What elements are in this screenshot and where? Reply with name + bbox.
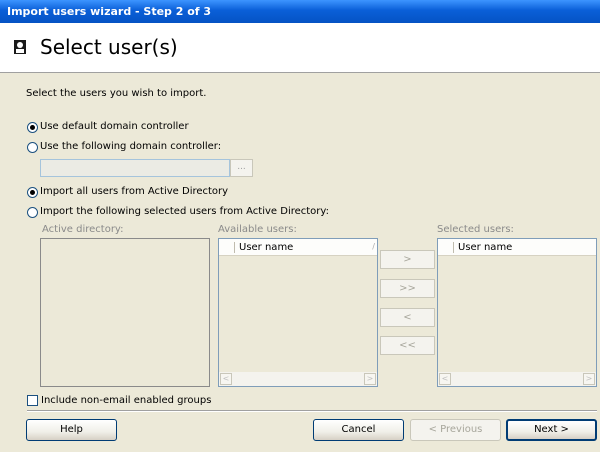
- available-users-label: Available users:: [218, 224, 297, 235]
- import-users-wizard-window: Import users wizard - Step 2 of 3 Select…: [0, 0, 600, 452]
- default-domain-controller-label: Use default domain controller: [40, 121, 189, 132]
- browse-button[interactable]: ...: [230, 159, 253, 177]
- selected-users-hscrollbar[interactable]: < >: [438, 372, 596, 386]
- instructions-text: Select the users you wish to import.: [26, 88, 207, 99]
- import-all-users-radio[interactable]: [27, 187, 38, 198]
- user-icon: [14, 40, 26, 54]
- default-domain-controller-radio[interactable]: [27, 122, 38, 133]
- column-separator: [453, 242, 454, 253]
- help-button[interactable]: Help: [26, 419, 117, 441]
- wizard-header: Select user(s): [0, 23, 600, 73]
- include-groups-checkbox[interactable]: [27, 395, 38, 406]
- previous-button[interactable]: < Previous: [410, 419, 501, 441]
- selected-users-label: Selected users:: [437, 224, 514, 235]
- remove-user-button[interactable]: <: [380, 308, 435, 327]
- wizard-content: Select the users you wish to import. Use…: [0, 73, 600, 452]
- add-all-users-button[interactable]: >>: [380, 279, 435, 298]
- custom-domain-controller-radio[interactable]: [27, 142, 38, 153]
- available-users-column-header[interactable]: User name: [239, 241, 293, 254]
- available-users-hscrollbar[interactable]: < >: [219, 372, 377, 386]
- scroll-right-icon[interactable]: >: [364, 373, 376, 385]
- window-titlebar: Import users wizard - Step 2 of 3: [0, 0, 600, 23]
- available-users-header: User name /: [219, 239, 377, 256]
- custom-domain-controller-label: Use the following domain controller:: [40, 141, 222, 152]
- import-selected-users-radio[interactable]: [27, 207, 38, 218]
- next-button[interactable]: Next >: [506, 419, 597, 441]
- selected-users-header: User name: [438, 239, 596, 256]
- scroll-left-icon[interactable]: <: [439, 373, 451, 385]
- remove-all-users-button[interactable]: <<: [380, 336, 435, 355]
- add-user-button[interactable]: >: [380, 250, 435, 269]
- available-users-list[interactable]: User name / < >: [218, 238, 378, 387]
- import-selected-users-label: Import the following selected users from…: [40, 206, 329, 217]
- sort-indicator-icon: /: [372, 242, 375, 251]
- domain-controller-field[interactable]: [40, 159, 230, 177]
- scroll-left-icon[interactable]: <: [220, 373, 232, 385]
- selected-users-column-header[interactable]: User name: [458, 241, 512, 254]
- cancel-button[interactable]: Cancel: [313, 419, 404, 441]
- footer-divider: [27, 410, 597, 412]
- scroll-right-icon[interactable]: >: [583, 373, 595, 385]
- include-groups-label: Include non-email enabled groups: [41, 395, 212, 406]
- selected-users-list[interactable]: User name < >: [437, 238, 597, 387]
- active-directory-label: Active directory:: [42, 224, 124, 235]
- import-all-users-label: Import all users from Active Directory: [40, 186, 229, 197]
- page-title: Select user(s): [40, 35, 178, 59]
- active-directory-tree[interactable]: [40, 238, 210, 387]
- column-separator: [234, 242, 235, 253]
